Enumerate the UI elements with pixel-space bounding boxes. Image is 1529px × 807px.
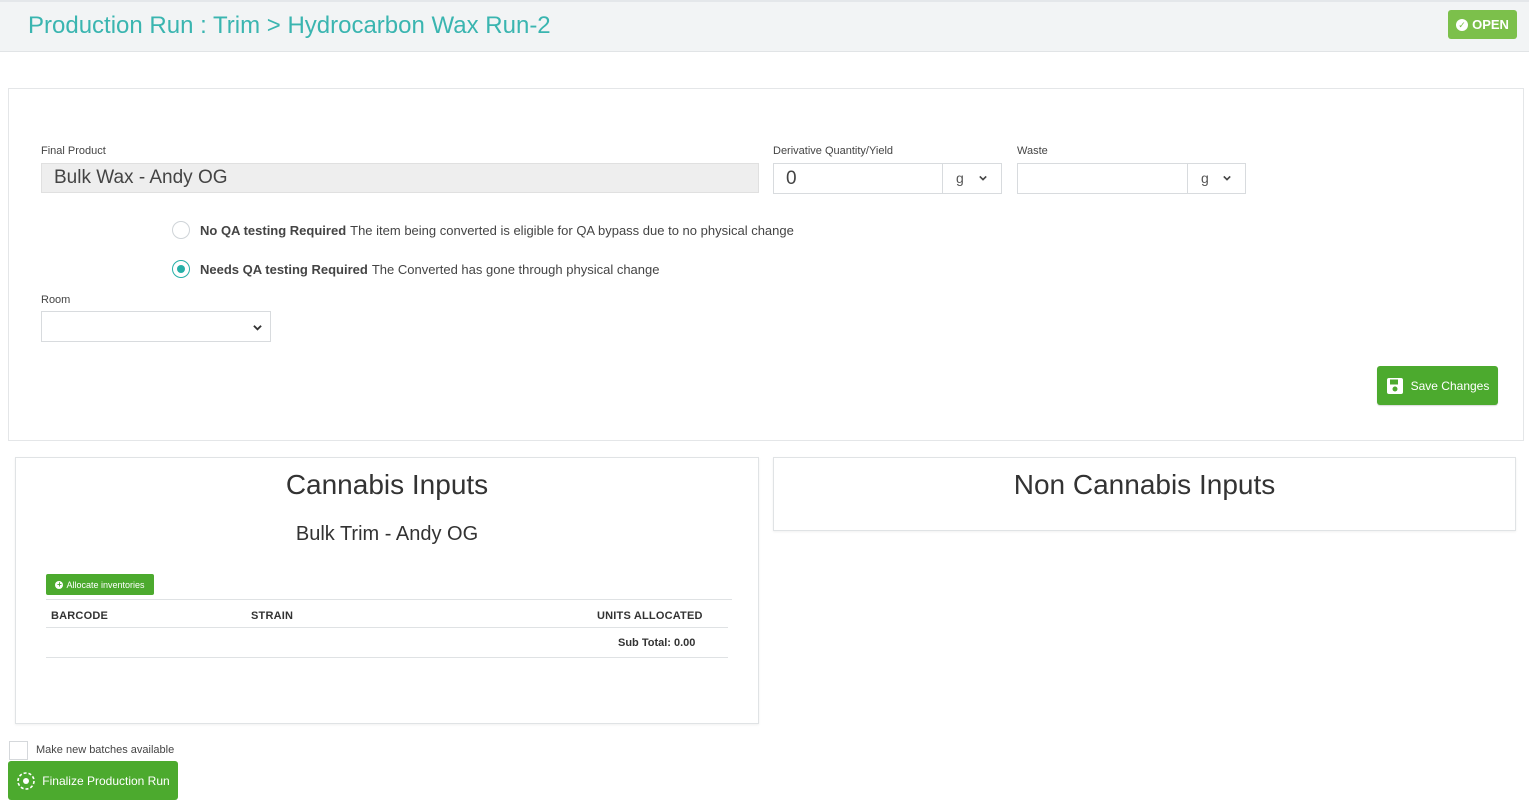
target-icon <box>17 771 36 790</box>
derivative-quantity-label: Derivative Quantity/Yield <box>773 145 894 157</box>
waste-unit-value: g <box>1201 170 1209 186</box>
cannabis-inputs-title: Cannabis Inputs <box>285 469 489 500</box>
final-product-label: Final Product <box>41 145 106 157</box>
qa-needs-testing-radio[interactable] <box>172 260 190 278</box>
status-badge: ✓ OPEN <box>1448 10 1517 39</box>
page-title: Production Run : Trim > Hydrocarbon Wax … <box>28 12 551 39</box>
table-divider <box>46 627 728 628</box>
non-cannabis-inputs-title: Non Cannabis Inputs <box>1013 469 1276 500</box>
column-header-barcode: BARCODE <box>51 610 109 622</box>
plus-circle-icon: + <box>55 579 64 589</box>
waste-label: Waste <box>1017 145 1048 157</box>
save-changes-label: Save Changes <box>1410 378 1490 393</box>
make-batches-available-checkbox[interactable] <box>9 741 28 760</box>
room-select[interactable] <box>41 311 271 342</box>
chevron-down-icon <box>253 325 262 331</box>
finalize-production-run-label: Finalize Production Run <box>42 773 170 788</box>
qa-option-needs-testing[interactable]: Needs QA testing Required The Converted … <box>172 260 659 278</box>
qa-option-title: No QA testing Required <box>200 222 347 238</box>
waste-unit-select[interactable]: g <box>1188 163 1246 194</box>
waste-input[interactable] <box>1017 163 1188 194</box>
column-header-strain: STRAIN <box>251 610 294 622</box>
page-header: Production Run : Trim > Hydrocarbon Wax … <box>0 0 1529 52</box>
derivative-quantity-input[interactable]: 0 <box>773 163 943 194</box>
derivative-unit-select[interactable]: g <box>943 163 1002 194</box>
make-batches-available-label: Make new batches available <box>36 744 175 756</box>
qa-option-description: The Converted has gone through physical … <box>371 261 660 277</box>
sub-total: Sub Total: 0.00 <box>618 637 696 649</box>
allocate-inventories-label: Allocate inventories <box>66 579 145 590</box>
chevron-down-icon <box>979 175 987 181</box>
qa-no-testing-radio[interactable] <box>172 221 190 239</box>
cannabis-input-item: Bulk Trim - Andy OG <box>295 523 479 545</box>
allocate-inventories-button[interactable]: + Allocate inventories <box>46 574 154 595</box>
qa-option-no-testing[interactable]: No QA testing Required The item being co… <box>172 221 794 239</box>
floppy-disk-icon <box>1386 377 1403 394</box>
table-divider <box>46 599 732 600</box>
chevron-down-icon <box>1223 175 1231 181</box>
final-product-field: Bulk Wax - Andy OG <box>41 163 759 193</box>
derivative-unit-value: g <box>956 170 964 186</box>
table-divider <box>46 657 728 658</box>
room-label: Room <box>41 294 71 306</box>
qa-option-title: Needs QA testing Required <box>200 261 368 277</box>
column-header-units-allocated: UNITS ALLOCATED <box>597 610 703 622</box>
check-circle-icon: ✓ <box>1456 18 1469 31</box>
save-changes-button[interactable]: Save Changes <box>1377 366 1498 405</box>
qa-option-description: The item being converted is eligible for… <box>350 222 794 238</box>
finalize-production-run-button[interactable]: Finalize Production Run <box>8 761 178 800</box>
status-badge-label: OPEN <box>1472 17 1509 32</box>
non-cannabis-inputs-panel: Non Cannabis Inputs <box>773 457 1516 531</box>
